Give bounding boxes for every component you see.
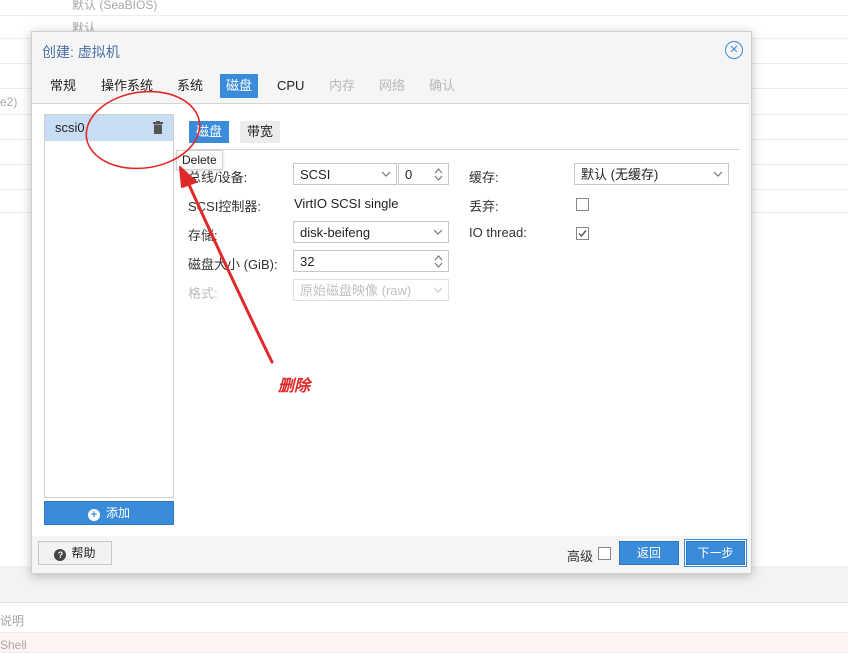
annotation-arrow-shaft bbox=[184, 176, 274, 364]
annotation-overlay bbox=[85, 90, 274, 364]
annotation-arrow-head bbox=[179, 166, 197, 188]
annotation-circle bbox=[85, 90, 201, 170]
annotation-delete-text: 删除 bbox=[278, 378, 311, 395]
